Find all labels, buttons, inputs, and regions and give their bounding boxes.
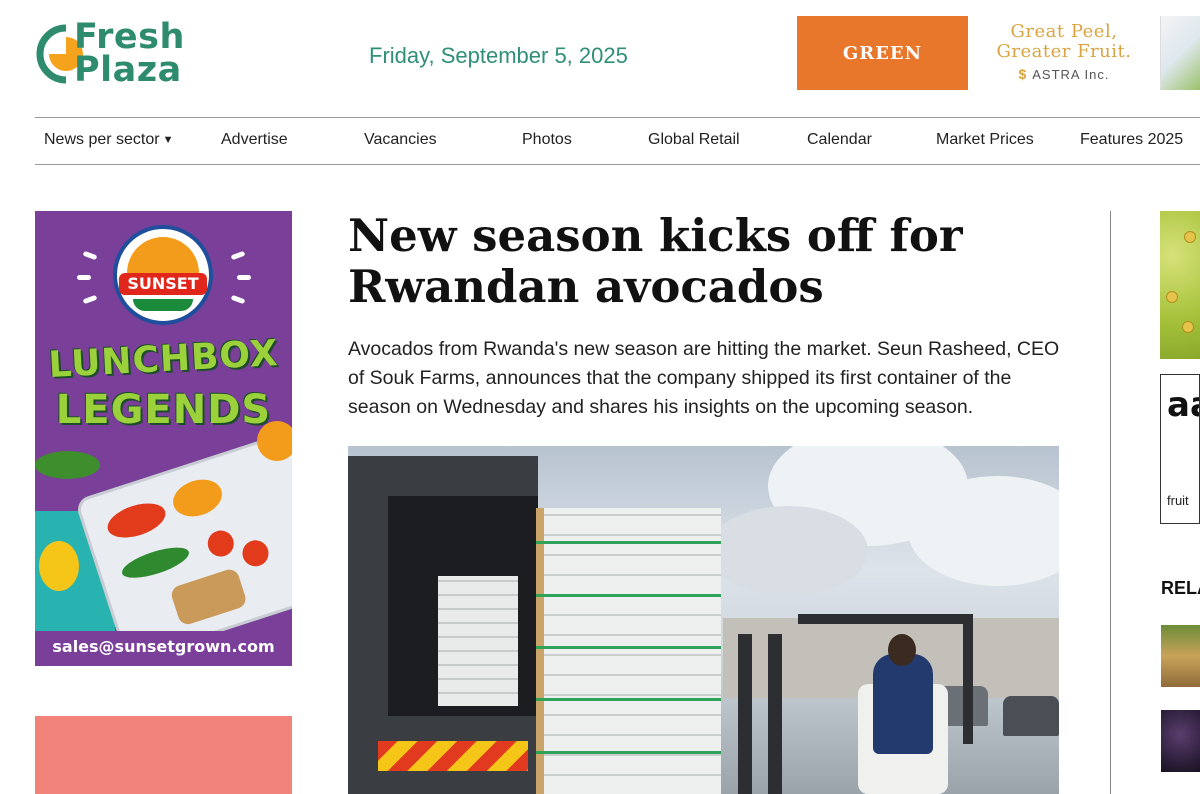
- sun-ray-icon: [77, 275, 91, 280]
- stacked-crates: [438, 576, 518, 706]
- ad-peel-line2: Greater Fruit.: [996, 41, 1132, 62]
- forklift: [738, 614, 978, 794]
- pallet-strap: [536, 594, 721, 597]
- sun-ray-icon: [230, 294, 246, 305]
- nav-calendar[interactable]: Calendar: [807, 131, 872, 149]
- nav-news-per-sector-label: News per sector: [44, 131, 160, 148]
- article-headline[interactable]: New season kicks off for Rwandan avocado…: [348, 210, 1068, 312]
- sun-icon: [127, 237, 199, 277]
- coin-icon: [1182, 321, 1194, 333]
- logo-text-fresh: Fresh: [74, 17, 185, 57]
- top-ad-partial[interactable]: [1160, 16, 1200, 90]
- left-ad-second[interactable]: [35, 716, 292, 794]
- coin-icon: [1166, 291, 1178, 303]
- yellow-pepper-image: [39, 541, 79, 591]
- top-ad-green[interactable]: GREEN: [797, 16, 968, 90]
- right-ad-2-text: fruit: [1167, 493, 1189, 508]
- container-truck: [348, 456, 538, 794]
- forklift-mast: [768, 634, 782, 794]
- sunset-logo: SUNSET: [113, 225, 213, 325]
- truck-warning-bar: [378, 741, 528, 771]
- pallet-strap: [536, 541, 721, 544]
- logo-text-plaza: Plaza: [74, 50, 182, 90]
- ad-peel-brand-text: ASTRA Inc.: [1032, 67, 1110, 82]
- column-divider: [1110, 211, 1111, 794]
- forklift-mast: [738, 634, 752, 794]
- current-date: Friday, September 5, 2025: [369, 43, 628, 68]
- pallet-strap: [536, 698, 721, 701]
- caret-down-icon: ▼: [162, 134, 174, 146]
- freshplaza-logo[interactable]: Fresh Plaza: [36, 18, 206, 90]
- sun-ray-icon: [82, 294, 98, 305]
- left-ad-sunset[interactable]: SUNSET LUNCHBOX LEGENDS sales@sunsetgrow…: [35, 211, 292, 666]
- related-section-title: RELA: [1161, 578, 1200, 598]
- forklift-guard: [798, 614, 968, 624]
- nav-features-2025[interactable]: Features 2025: [1080, 131, 1183, 149]
- cucumber-image: [118, 541, 193, 584]
- pallet-strap: [536, 751, 721, 754]
- nav-market-prices[interactable]: Market Prices: [936, 131, 1034, 149]
- top-ad-green-label: GREEN: [842, 42, 923, 64]
- nav-advertise[interactable]: Advertise: [221, 131, 288, 149]
- astra-logo-icon: $: [1018, 66, 1033, 82]
- article-photo[interactable]: [348, 446, 1059, 794]
- nav-photos[interactable]: Photos: [522, 131, 572, 149]
- main-navigation: News per sector ▼ Advertise Vacancies Pho…: [35, 117, 1200, 165]
- orange-pepper-image: [257, 421, 292, 461]
- right-ad-2-logo: aa: [1167, 385, 1199, 425]
- ad-title-lunchbox: LUNCHBOX: [47, 333, 280, 386]
- sun-ray-icon: [237, 275, 251, 280]
- sun-ray-icon: [230, 250, 246, 261]
- forklift-driver: [873, 654, 933, 754]
- leaf-icon: [133, 299, 193, 311]
- parked-car: [1003, 696, 1059, 736]
- ad-peel-line1: Great Peel,: [1010, 21, 1118, 42]
- ad-title-legends: LEGENDS: [55, 387, 272, 433]
- nav-global-retail[interactable]: Global Retail: [648, 131, 740, 149]
- pepper-image: [168, 473, 227, 523]
- tomato-image: [239, 536, 272, 570]
- driver-head: [888, 634, 916, 666]
- pallet-strap: [536, 646, 721, 649]
- ad-email[interactable]: sales@sunsetgrown.com: [35, 637, 292, 656]
- related-thumbnail[interactable]: [1161, 625, 1200, 687]
- sunset-brand-text: SUNSET: [127, 274, 199, 293]
- nav-vacancies[interactable]: Vacancies: [364, 131, 437, 149]
- coin-icon: [1184, 231, 1196, 243]
- pepper-image: [103, 496, 170, 544]
- nav-news-per-sector[interactable]: News per sector ▼: [44, 131, 173, 149]
- right-ad-2[interactable]: aa fruit: [1160, 374, 1200, 524]
- bread-image: [169, 567, 249, 627]
- ad-peel-brand: $ ASTRA Inc.: [975, 66, 1153, 82]
- related-thumbnail[interactable]: [1161, 710, 1200, 772]
- right-ad-1[interactable]: [1160, 211, 1200, 359]
- cucumber-image: [35, 451, 100, 479]
- article-lead: Avocados from Rwanda's new season are hi…: [348, 338, 1060, 418]
- sun-ray-icon: [82, 250, 98, 261]
- tomato-image: [204, 527, 238, 560]
- forklift-guard: [963, 614, 973, 744]
- cloud-shape: [708, 506, 868, 596]
- top-ad-astra[interactable]: Great Peel, Greater Fruit. $ ASTRA Inc.: [975, 16, 1153, 90]
